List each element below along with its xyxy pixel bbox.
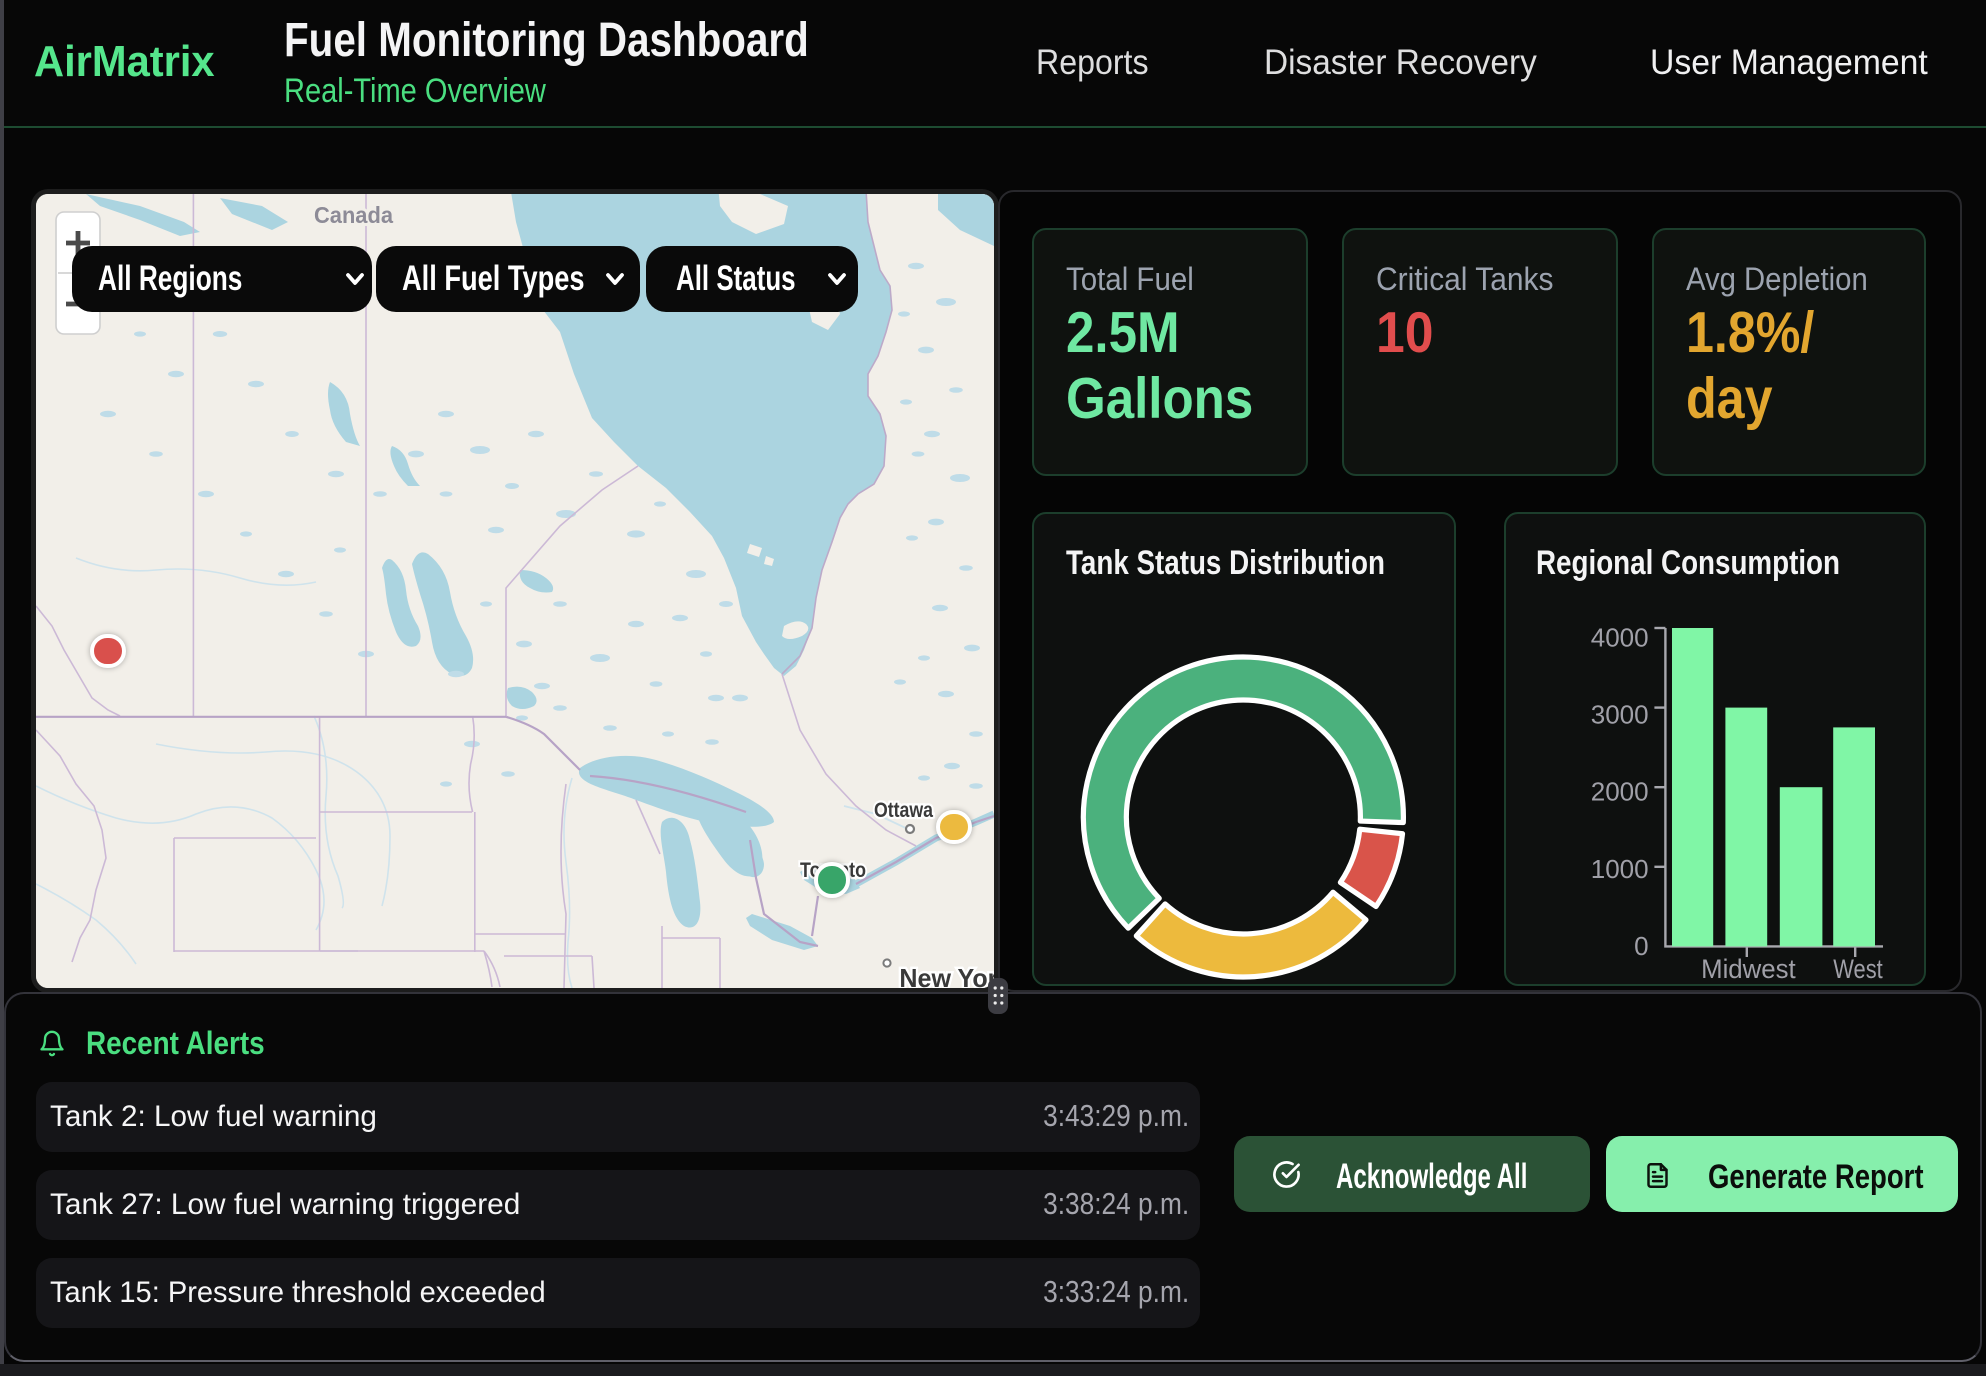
svg-text:New York: New York [899, 963, 994, 988]
svg-text:0: 0 [1634, 930, 1648, 960]
svg-text:4000: 4000 [1591, 621, 1649, 651]
svg-text:Canada: Canada [314, 202, 393, 228]
svg-text:1000: 1000 [1591, 853, 1649, 883]
svg-text:West: West [1833, 953, 1883, 983]
svg-text:2000: 2000 [1591, 776, 1649, 806]
svg-text:3000: 3000 [1591, 699, 1649, 729]
svg-text:Midwest: Midwest [1701, 953, 1796, 983]
svg-text:Ottawa: Ottawa [874, 799, 933, 822]
